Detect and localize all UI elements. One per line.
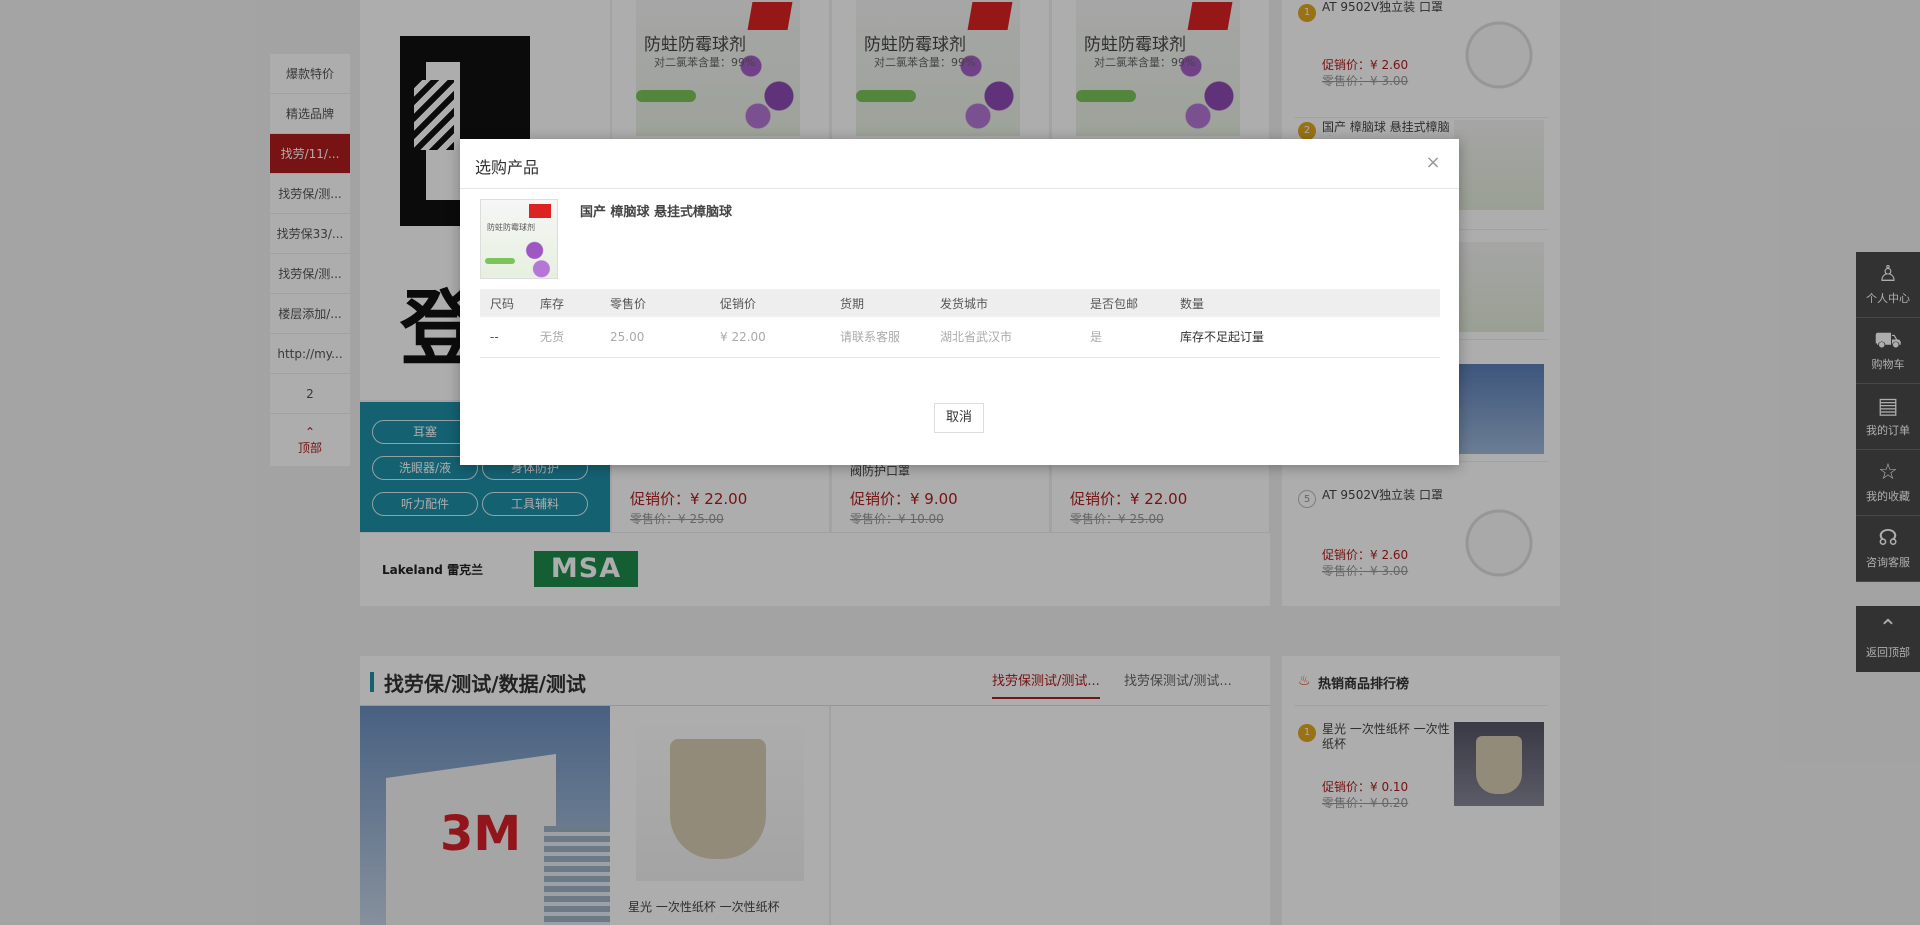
free-shipping-cell: 是 [1080, 317, 1170, 358]
stock-cell: 无货 [530, 317, 600, 358]
cancel-button[interactable]: 取消 [934, 403, 984, 433]
product-thumbnail: 防蛀防霉球剂 [480, 199, 558, 279]
close-icon[interactable]: × [1423, 153, 1443, 173]
dialog-title: 选购产品 [475, 158, 540, 177]
lead-time-cell: 请联系客服 [830, 317, 930, 358]
table-row: -- 无货 25.00 ¥ 22.00 请联系客服 湖北省武汉市 是 库存不足起… [480, 317, 1440, 358]
dialog-header: 选购产品 × [460, 139, 1459, 189]
ship-city-cell: 湖北省武汉市 [930, 317, 1080, 358]
column-header: 零售价 [600, 289, 710, 317]
column-header: 是否包邮 [1080, 289, 1170, 317]
column-header: 促销价 [710, 289, 830, 317]
column-header: 尺码 [480, 289, 530, 317]
column-header: 货期 [830, 289, 930, 317]
sku-table-header: 尺码 库存 零售价 促销价 货期 发货城市 是否包邮 数量 [480, 289, 1440, 317]
size-cell: -- [480, 317, 530, 358]
promo-price-cell: ¥ 22.00 [710, 317, 830, 358]
dialog-product-name: 国产 樟脑球 悬挂式樟脑球 [580, 205, 733, 220]
column-header: 发货城市 [930, 289, 1080, 317]
select-product-dialog: 选购产品 × 防蛀防霉球剂 国产 樟脑球 悬挂式樟脑球 尺码 库存 零售价 促销… [460, 139, 1459, 465]
retail-price-cell: 25.00 [600, 317, 710, 358]
sku-table: 尺码 库存 零售价 促销价 货期 发货城市 是否包邮 数量 -- 无货 25.0… [480, 289, 1440, 358]
column-header: 数量 [1170, 289, 1440, 317]
column-header: 库存 [530, 289, 600, 317]
quantity-cell: 库存不足起订量 [1170, 317, 1440, 358]
